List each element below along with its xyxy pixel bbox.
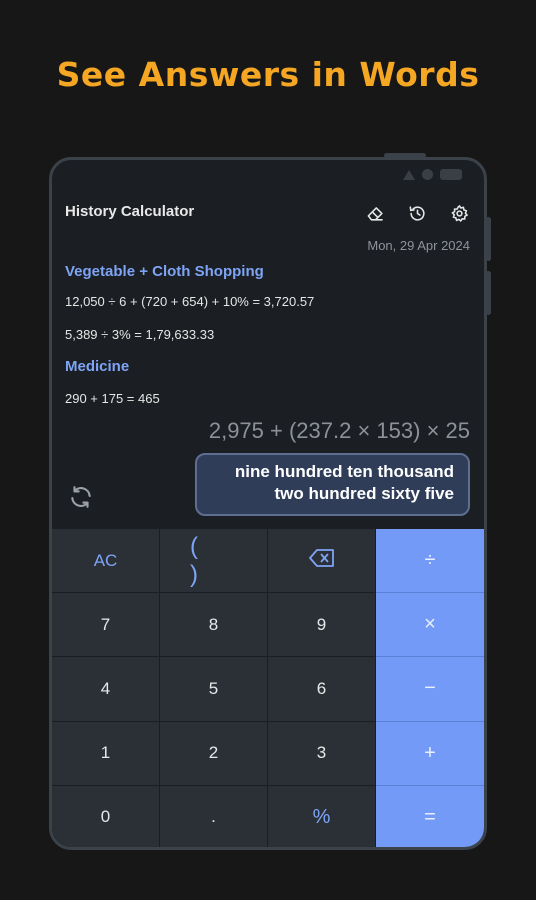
backspace-icon [308,549,335,572]
camera-dot-icon [422,169,433,180]
app-title: History Calculator [65,203,195,220]
percent-button[interactable]: % [268,785,376,847]
parentheses-button[interactable]: ( ) [160,529,268,594]
digit-1-button[interactable]: 1 [52,721,160,786]
equals-button[interactable]: = [376,785,484,847]
minus-button[interactable]: − [376,657,484,722]
status-bar [403,169,462,180]
eraser-icon[interactable] [364,202,386,224]
digit-5-button[interactable]: 5 [160,657,268,722]
history-category-label: Vegetable + Cloth Shopping [65,263,264,280]
keypad: AC ( ) ÷ 7 8 9 × 4 5 6 − 1 2 3 + 0 . % = [52,529,484,847]
promo-headline: See Answers in Words [56,55,480,94]
digit-6-button[interactable]: 6 [268,657,376,722]
history-date: Mon, 29 Apr 2024 [367,238,470,253]
digit-8-button[interactable]: 8 [160,593,268,658]
digit-4-button[interactable]: 4 [52,657,160,722]
plus-button[interactable]: + [376,721,484,786]
answer-words-line-2: two hundred sixty five [274,484,454,503]
divide-button[interactable]: ÷ [376,529,484,594]
history-entry[interactable]: 290 + 175 = 465 [65,391,160,406]
history-entry[interactable]: 12,050 ÷ 6 + (720 + 654) + 10% = 3,720.5… [65,294,314,309]
phone-frame: History Calculator Mon, 29 Apr 2024 Vege… [49,157,487,850]
signal-icon [403,169,415,180]
clear-button[interactable]: AC [52,529,160,594]
digit-7-button[interactable]: 7 [52,593,160,658]
digit-3-button[interactable]: 3 [268,721,376,786]
digit-0-button[interactable]: 0 [52,785,160,847]
digit-2-button[interactable]: 2 [160,721,268,786]
history-entry[interactable]: 5,389 ÷ 3% = 1,79,633.33 [65,327,214,342]
answer-in-words-bubble: nine hundred ten thousand two hundred si… [195,453,470,516]
battery-icon [440,169,462,180]
digit-9-button[interactable]: 9 [268,593,376,658]
multiply-button[interactable]: × [376,593,484,658]
answer-words-line-1: nine hundred ten thousand [234,462,454,481]
history-category-label: Medicine [65,358,130,375]
settings-gear-icon[interactable] [448,202,470,224]
refresh-icon[interactable] [68,484,94,510]
decimal-button[interactable]: . [160,785,268,847]
backspace-button[interactable] [268,529,376,594]
history-icon[interactable] [406,202,428,224]
toolbar-icons [364,202,470,224]
current-expression: 2,975 + (237.2 × 153) × 25 [208,418,470,443]
